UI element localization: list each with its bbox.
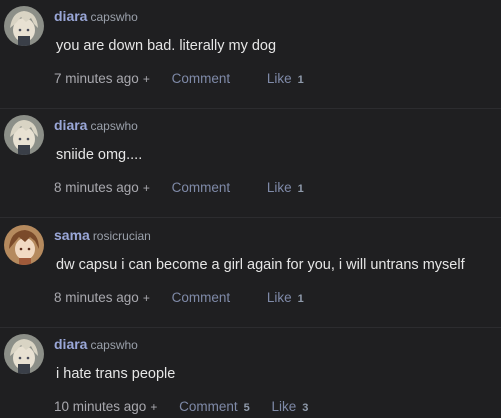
blonde-character-avatar-icon [4,6,44,46]
timestamp[interactable]: 8 minutes ago [54,290,139,305]
comment-text: i hate trans people [56,366,176,382]
plus-icon[interactable]: + [143,181,150,195]
comment-item: diara capswho sniide omg.... 8 minutes ag… [0,109,501,218]
comment-header: diara capswho [54,336,138,354]
avatar[interactable] [4,225,44,265]
plus-icon[interactable]: + [143,72,150,86]
plus-icon[interactable]: + [150,400,157,414]
comment-item: sama rosicrucian dw capsu i can become a … [0,219,501,328]
like-button[interactable]: Like [272,399,297,414]
comment-meta: 8 minutes ago + Comment Like 1 [54,180,304,195]
comment-header: diara capswho [54,8,138,26]
like-button[interactable]: Like [267,71,292,86]
username-link[interactable]: sama [54,227,90,243]
comment-meta: 10 minutes ago + Comment 5 Like 3 [54,399,308,414]
like-count[interactable]: 1 [298,74,304,86]
timestamp[interactable]: 10 minutes ago [54,399,146,414]
comment-header: diara capswho [54,117,138,135]
user-handle[interactable]: rosicrucian [93,229,151,243]
comment-button[interactable]: Comment [172,290,231,305]
avatar[interactable] [4,334,44,374]
timestamp[interactable]: 8 minutes ago [54,180,139,195]
username-link[interactable]: diara [54,8,87,24]
like-count[interactable]: 1 [298,183,304,195]
comment-text: you are down bad. literally my dog [56,38,277,54]
comment-meta: 7 minutes ago + Comment Like 1 [54,71,304,86]
like-button[interactable]: Like [267,180,292,195]
comment-count[interactable]: 5 [244,402,250,414]
comment-button[interactable]: Comment [172,180,231,195]
comment-button[interactable]: Comment [172,71,231,86]
username-link[interactable]: diara [54,117,87,133]
comment-item: diara capswho i hate trans people 10 minu… [0,328,501,418]
like-count[interactable]: 1 [298,293,304,305]
comment-text: dw capsu i can become a girl again for y… [56,257,465,273]
divider [0,217,501,218]
timestamp[interactable]: 7 minutes ago [54,71,139,86]
plus-icon[interactable]: + [143,291,150,305]
avatar[interactable] [4,115,44,155]
avatar[interactable] [4,6,44,46]
user-handle[interactable]: capswho [90,338,137,352]
blonde-character-avatar-icon [4,115,44,155]
brown-haired-character-avatar-icon [4,225,44,265]
comment-button[interactable]: Comment [179,399,238,414]
comment-text: sniide omg.... [56,147,143,163]
blonde-character-avatar-icon [4,334,44,374]
comment-meta: 8 minutes ago + Comment Like 1 [54,290,304,305]
comment-feed: diara capswho you are down bad. literally… [0,0,501,418]
user-handle[interactable]: capswho [90,10,137,24]
username-link[interactable]: diara [54,336,87,352]
like-count[interactable]: 3 [302,402,308,414]
like-button[interactable]: Like [267,290,292,305]
user-handle[interactable]: capswho [90,119,137,133]
comment-item: diara capswho you are down bad. literally… [0,0,501,109]
comment-header: sama rosicrucian [54,227,151,245]
